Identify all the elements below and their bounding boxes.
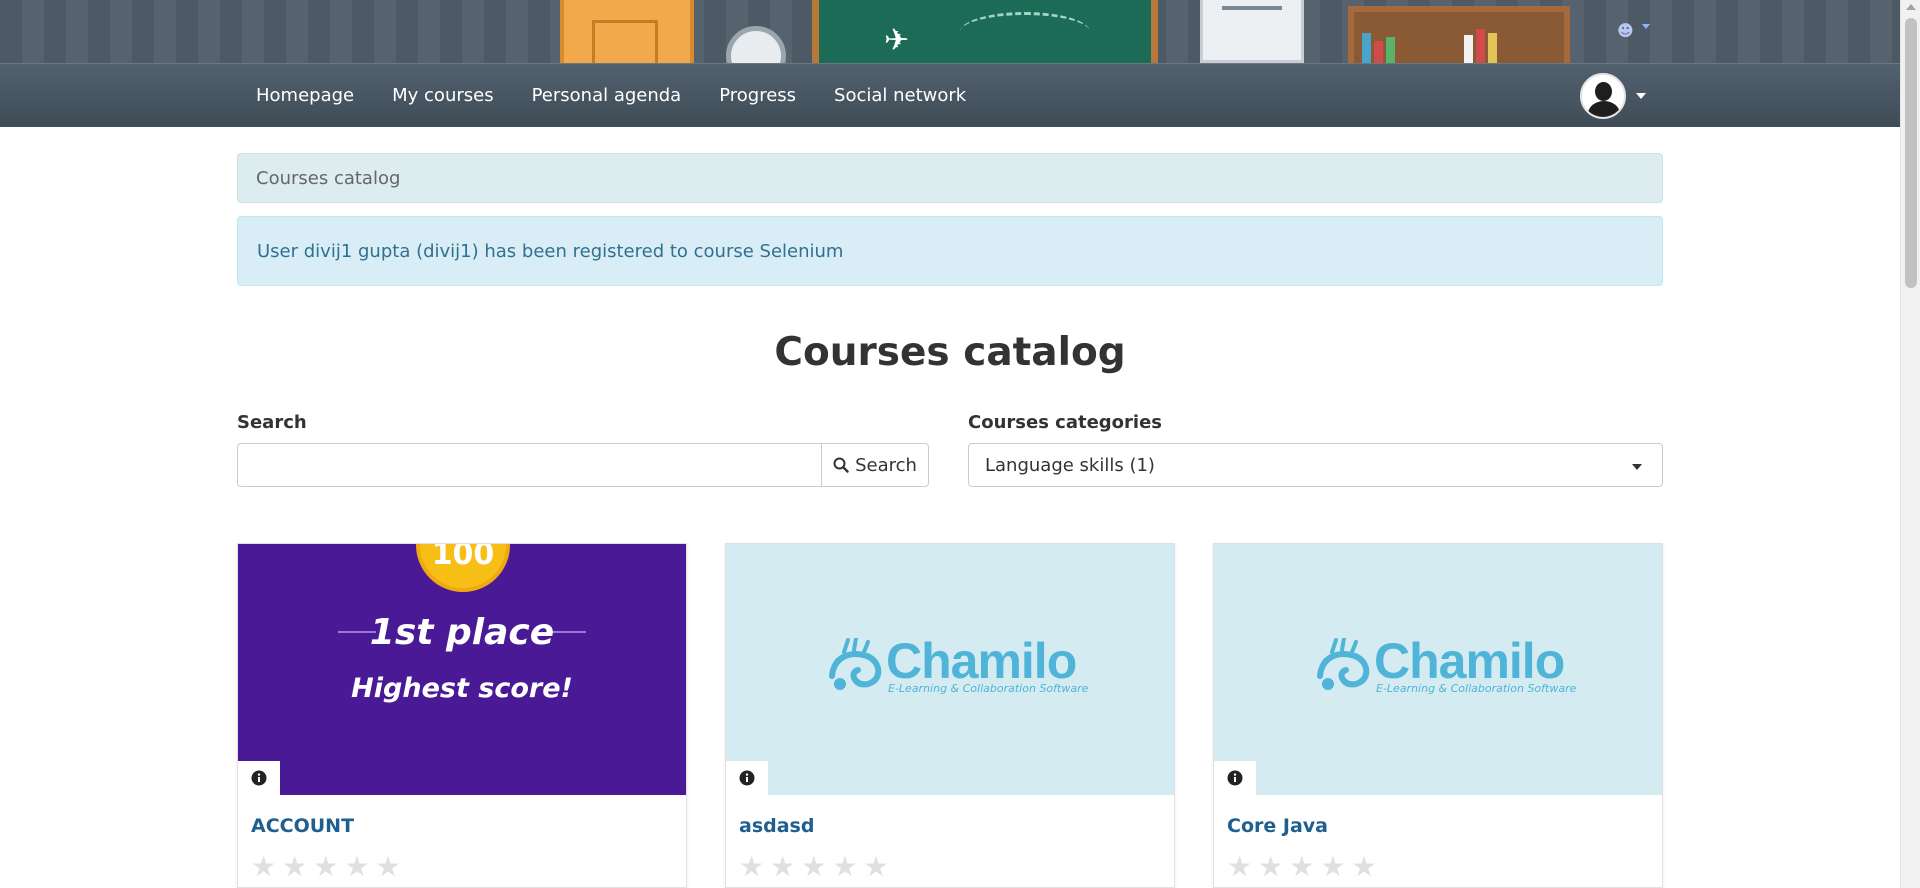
chevron-down-icon[interactable] [1636, 93, 1646, 99]
info-icon [1227, 770, 1243, 786]
chevron-down-icon [1632, 464, 1642, 470]
breadcrumb-current: Courses catalog [256, 167, 401, 189]
star-icon[interactable]: ★ [251, 853, 276, 881]
star-icon[interactable]: ★ [282, 853, 307, 881]
star-icon[interactable]: ★ [832, 853, 857, 881]
nav-item-homepage[interactable]: Homepage [237, 64, 373, 128]
star-icon[interactable]: ★ [1320, 853, 1345, 881]
course-title[interactable]: asdasd [739, 815, 814, 837]
user-menu-toggle[interactable] [1580, 72, 1646, 120]
course-info-button[interactable] [238, 761, 280, 795]
place-text: 1st place [369, 612, 555, 653]
star-icon[interactable]: ★ [1351, 853, 1376, 881]
chamilo-logo: Chamilo E-Learning & Collaboration Softw… [824, 633, 1088, 698]
info-icon [739, 770, 755, 786]
star-icon[interactable]: ★ [863, 853, 888, 881]
course-info-button[interactable] [726, 761, 768, 795]
star-icon[interactable]: ★ [1227, 853, 1252, 881]
header-banner: ✈ ☻ [0, 0, 1900, 63]
chameleon-icon [1317, 638, 1370, 690]
page-scrollbar[interactable] [1900, 0, 1920, 888]
star-icon[interactable]: ★ [375, 853, 400, 881]
categories-label: Courses categories [968, 412, 1163, 433]
search-button-label: Search [855, 454, 917, 476]
rating-stars: ★ ★ ★ ★ ★ [739, 853, 889, 881]
paper-plane-icon: ✈ [884, 23, 910, 58]
book [1464, 35, 1473, 63]
nav-item-personal-agenda[interactable]: Personal agenda [513, 64, 701, 128]
star-icon[interactable]: ★ [739, 853, 764, 881]
book [1488, 33, 1497, 63]
categories-selected: Language skills (1) [985, 454, 1155, 476]
nav-item-social-network[interactable]: Social network [815, 64, 985, 128]
chamilo-logo: Chamilo E-Learning & Collaboration Softw… [1312, 633, 1576, 698]
info-icon [251, 770, 267, 786]
notice-line [1222, 6, 1282, 10]
search-input[interactable] [237, 443, 822, 487]
info-alert: User divij1 gupta (divij1) has been regi… [237, 216, 1663, 286]
nav-item-progress[interactable]: Progress [700, 64, 815, 128]
door-panel [592, 20, 658, 63]
course-card: Chamilo E-Learning & Collaboration Softw… [1213, 543, 1663, 888]
book [1386, 37, 1395, 63]
scrollbar-thumb[interactable] [1905, 18, 1917, 288]
course-card: Chamilo E-Learning & Collaboration Softw… [725, 543, 1175, 888]
avatar-head [1595, 82, 1612, 101]
rating-stars: ★ ★ ★ ★ ★ [251, 853, 401, 881]
search-icon [833, 457, 849, 473]
avatar[interactable] [1580, 73, 1626, 119]
bookshelf-illustration [1348, 6, 1570, 63]
rating-stars: ★ ★ ★ ★ ★ [1227, 853, 1377, 881]
course-title[interactable]: Core Java [1227, 815, 1328, 837]
alert-message: User divij1 gupta (divij1) has been regi… [257, 240, 844, 262]
scroll-up-arrow-icon[interactable] [1906, 4, 1916, 10]
star-icon[interactable]: ★ [1289, 853, 1314, 881]
star-icon[interactable]: ★ [313, 853, 338, 881]
star-icon[interactable]: ★ [801, 853, 826, 881]
nav-menu: Homepage My courses Personal agenda Prog… [237, 64, 985, 128]
search-label: Search [237, 412, 307, 433]
course-thumbnail[interactable]: 100 1st place Highest score! [238, 544, 686, 795]
breadcrumb: Courses catalog [237, 153, 1663, 203]
chevron-down-icon[interactable] [1642, 24, 1650, 29]
medal-text: 100 [431, 544, 495, 572]
chameleon-icon [829, 638, 882, 690]
star-icon[interactable]: ★ [1258, 853, 1283, 881]
course-info-button[interactable] [1214, 761, 1256, 795]
book [1476, 29, 1485, 63]
page-title: Courses catalog [774, 330, 1126, 375]
star-icon[interactable]: ★ [770, 853, 795, 881]
search-button[interactable]: Search [821, 443, 929, 487]
book [1374, 41, 1383, 63]
dashed-path [960, 12, 1090, 52]
book [1362, 33, 1371, 63]
categories-select[interactable]: Language skills (1) [968, 443, 1663, 487]
course-title[interactable]: ACCOUNT [251, 815, 354, 837]
clock-icon [726, 26, 786, 63]
main-navbar: Homepage My courses Personal agenda Prog… [0, 63, 1900, 127]
logo-tagline: E-Learning & Collaboration Software [888, 682, 1089, 695]
highest-score-text: Highest score! [351, 673, 573, 704]
star-icon[interactable]: ★ [344, 853, 369, 881]
logo-tagline: E-Learning & Collaboration Software [1376, 682, 1577, 695]
avatar-body [1588, 101, 1620, 117]
nav-item-my-courses[interactable]: My courses [373, 64, 512, 128]
course-card: 100 1st place Highest score! ACCOUNT ★ ★… [237, 543, 687, 888]
course-thumbnail[interactable]: Chamilo E-Learning & Collaboration Softw… [1214, 544, 1662, 795]
course-thumbnail[interactable]: Chamilo E-Learning & Collaboration Softw… [726, 544, 1174, 795]
user-icon[interactable]: ☻ [1617, 21, 1634, 40]
